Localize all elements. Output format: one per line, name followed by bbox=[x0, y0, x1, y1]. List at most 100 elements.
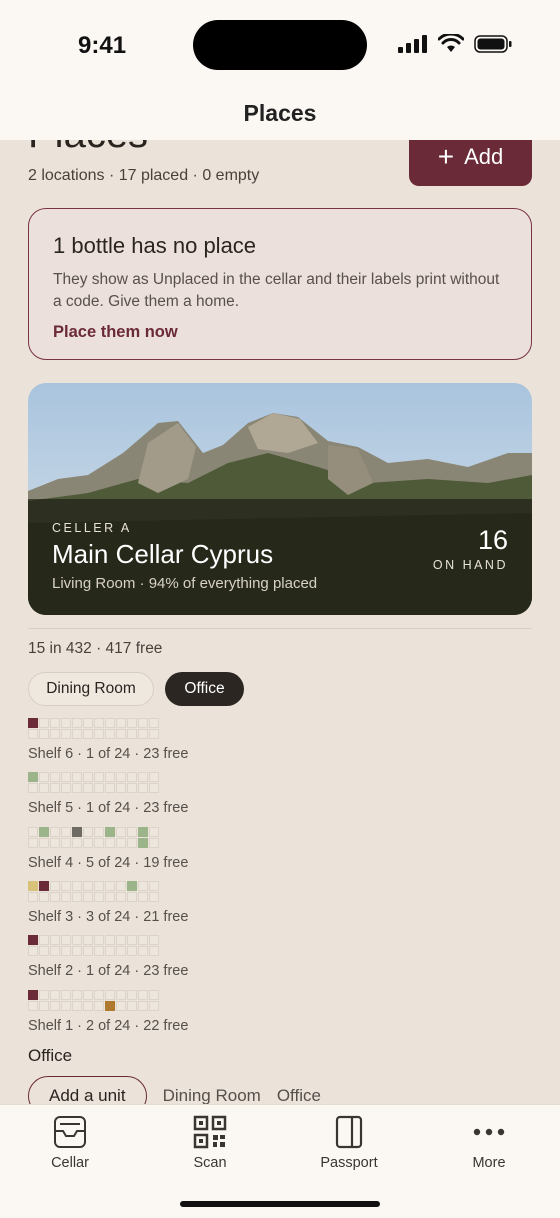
bottle-slot-empty[interactable] bbox=[149, 935, 159, 945]
bottle-slot-empty[interactable] bbox=[116, 881, 126, 891]
bottle-slot-empty[interactable] bbox=[50, 783, 60, 793]
bottle-slot-empty[interactable] bbox=[138, 892, 148, 902]
bottle-slot-empty[interactable] bbox=[149, 892, 159, 902]
bottle-slot-empty[interactable] bbox=[105, 935, 115, 945]
bottle-slot-empty[interactable] bbox=[127, 783, 137, 793]
bottle-slot-empty[interactable] bbox=[94, 718, 104, 728]
bottle-slot-empty[interactable] bbox=[83, 935, 93, 945]
bottle-slot-empty[interactable] bbox=[116, 1001, 126, 1011]
bottle-slot-empty[interactable] bbox=[149, 838, 159, 848]
bottle-slot-empty[interactable] bbox=[116, 892, 126, 902]
tab-scan[interactable]: Scan bbox=[165, 1113, 255, 1171]
tab-cellar[interactable]: Cellar bbox=[25, 1113, 115, 1171]
bottle-slot-filled[interactable] bbox=[105, 1001, 115, 1011]
bottle-slot-empty[interactable] bbox=[149, 772, 159, 782]
bottle-slot-empty[interactable] bbox=[105, 838, 115, 848]
bottle-slot-filled[interactable] bbox=[28, 881, 38, 891]
bottle-slot-empty[interactable] bbox=[127, 838, 137, 848]
bottle-slot-empty[interactable] bbox=[50, 772, 60, 782]
bottle-slot-empty[interactable] bbox=[94, 935, 104, 945]
bottle-slot-empty[interactable] bbox=[72, 838, 82, 848]
bottle-slot-empty[interactable] bbox=[83, 772, 93, 782]
bottle-slot-empty[interactable] bbox=[94, 1001, 104, 1011]
bottle-slot-empty[interactable] bbox=[149, 718, 159, 728]
bottle-slot-empty[interactable] bbox=[83, 718, 93, 728]
bottle-slot-filled[interactable] bbox=[105, 827, 115, 837]
bottle-slot-empty[interactable] bbox=[149, 1001, 159, 1011]
bottle-slot-empty[interactable] bbox=[39, 892, 49, 902]
bottle-slot-empty[interactable] bbox=[105, 729, 115, 739]
bottle-slot-empty[interactable] bbox=[50, 729, 60, 739]
bottle-slot-empty[interactable] bbox=[28, 729, 38, 739]
bottle-slot-empty[interactable] bbox=[138, 946, 148, 956]
bottle-slot-empty[interactable] bbox=[72, 729, 82, 739]
bottle-slot-empty[interactable] bbox=[28, 838, 38, 848]
shelf-unit[interactable]: Shelf 4 · 5 of 24 · 19 free bbox=[28, 827, 328, 871]
tab-passport[interactable]: Passport bbox=[304, 1113, 394, 1171]
bottle-slot-empty[interactable] bbox=[61, 892, 71, 902]
bottle-slot-empty[interactable] bbox=[72, 772, 82, 782]
bottle-slot-empty[interactable] bbox=[105, 772, 115, 782]
bottle-slot-filled[interactable] bbox=[39, 827, 49, 837]
bottle-slot-empty[interactable] bbox=[61, 718, 71, 728]
shelf-unit[interactable]: Shelf 6 · 1 of 24 · 23 free bbox=[28, 718, 328, 762]
bottle-slot-empty[interactable] bbox=[28, 783, 38, 793]
bottle-slot-empty[interactable] bbox=[72, 783, 82, 793]
bottle-slot-empty[interactable] bbox=[116, 827, 126, 837]
bottle-slot-empty[interactable] bbox=[50, 718, 60, 728]
chip-office[interactable]: Office bbox=[165, 672, 244, 706]
bottle-slot-empty[interactable] bbox=[94, 783, 104, 793]
bottle-slot-empty[interactable] bbox=[94, 946, 104, 956]
place-them-now-link[interactable]: Place them now bbox=[53, 323, 507, 342]
bottle-slot-empty[interactable] bbox=[149, 881, 159, 891]
bottle-slot-empty[interactable] bbox=[61, 783, 71, 793]
bottle-slot-empty[interactable] bbox=[50, 1001, 60, 1011]
bottle-slot-empty[interactable] bbox=[61, 729, 71, 739]
bottle-slot-filled[interactable] bbox=[39, 881, 49, 891]
bottle-slot-empty[interactable] bbox=[149, 783, 159, 793]
bottle-slot-empty[interactable] bbox=[116, 838, 126, 848]
bottle-slot-empty[interactable] bbox=[61, 881, 71, 891]
bottle-slot-filled[interactable] bbox=[138, 838, 148, 848]
bottle-slot-empty[interactable] bbox=[138, 881, 148, 891]
bottle-slot-empty[interactable] bbox=[138, 935, 148, 945]
bottle-slot-empty[interactable] bbox=[50, 935, 60, 945]
bottle-slot-empty[interactable] bbox=[39, 783, 49, 793]
bottle-slot-empty[interactable] bbox=[61, 935, 71, 945]
bottle-slot-empty[interactable] bbox=[138, 772, 148, 782]
bottle-slot-empty[interactable] bbox=[149, 827, 159, 837]
bottle-slot-empty[interactable] bbox=[127, 729, 137, 739]
bottle-slot-empty[interactable] bbox=[72, 935, 82, 945]
bottle-slot-empty[interactable] bbox=[94, 827, 104, 837]
home-indicator[interactable] bbox=[180, 1201, 380, 1207]
bottle-slot-empty[interactable] bbox=[72, 990, 82, 1000]
bottle-slot-empty[interactable] bbox=[39, 1001, 49, 1011]
bottle-slot-empty[interactable] bbox=[28, 892, 38, 902]
shelf-unit[interactable]: Shelf 3 · 3 of 24 · 21 free bbox=[28, 881, 328, 925]
bottle-slot-empty[interactable] bbox=[83, 838, 93, 848]
bottle-slot-empty[interactable] bbox=[94, 892, 104, 902]
bottle-slot-empty[interactable] bbox=[72, 892, 82, 902]
scroll-content[interactable]: Places 2 locations · 17 placed · 0 empty… bbox=[0, 0, 560, 1104]
bottle-slot-empty[interactable] bbox=[105, 718, 115, 728]
bottle-slot-empty[interactable] bbox=[138, 783, 148, 793]
bottle-slot-empty[interactable] bbox=[127, 935, 137, 945]
bottle-slot-filled[interactable] bbox=[28, 718, 38, 728]
bottle-slot-empty[interactable] bbox=[39, 772, 49, 782]
bottle-slot-filled[interactable] bbox=[28, 935, 38, 945]
bottle-slot-empty[interactable] bbox=[72, 881, 82, 891]
chip-dining-room[interactable]: Dining Room bbox=[28, 672, 154, 706]
bottle-slot-empty[interactable] bbox=[61, 946, 71, 956]
bottle-slot-empty[interactable] bbox=[116, 718, 126, 728]
bottle-slot-empty[interactable] bbox=[61, 990, 71, 1000]
bottle-slot-empty[interactable] bbox=[39, 729, 49, 739]
bottle-slot-empty[interactable] bbox=[50, 838, 60, 848]
bottle-slot-empty[interactable] bbox=[83, 892, 93, 902]
bottle-slot-empty[interactable] bbox=[83, 827, 93, 837]
bottle-slot-filled[interactable] bbox=[28, 772, 38, 782]
bottle-slot-empty[interactable] bbox=[28, 946, 38, 956]
bottle-slot-empty[interactable] bbox=[61, 1001, 71, 1011]
filter-office[interactable]: Office bbox=[277, 1086, 321, 1104]
bottle-slot-empty[interactable] bbox=[28, 1001, 38, 1011]
bottle-slot-empty[interactable] bbox=[83, 729, 93, 739]
